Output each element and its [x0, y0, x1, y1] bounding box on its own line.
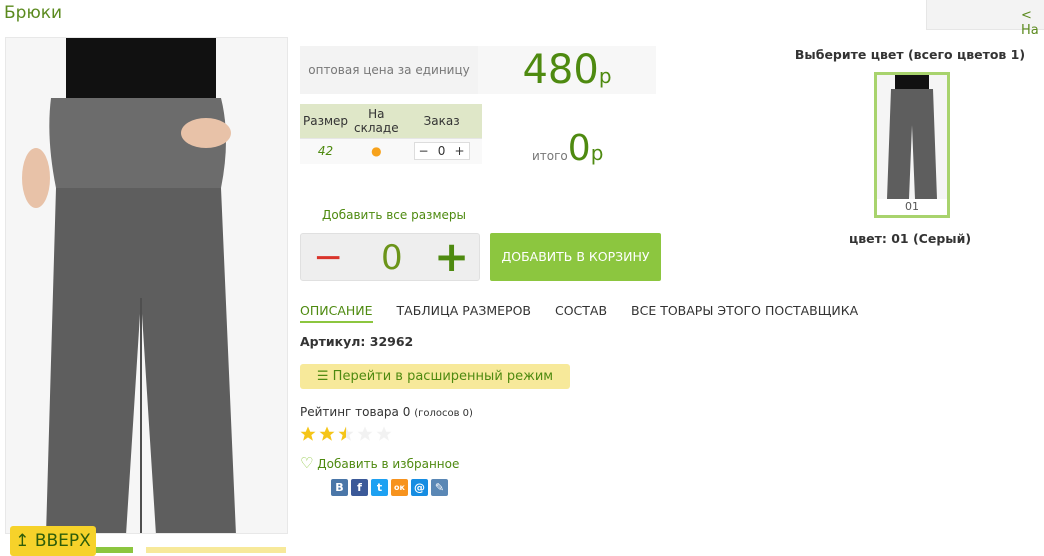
rating-label: Рейтинг товара 0 [300, 405, 411, 419]
product-photo[interactable] [5, 37, 288, 534]
color-picker-title: Выберите цвет (всего цветов 1) [794, 47, 1026, 62]
price-currency: р [598, 64, 612, 88]
stock-indicator: ● [351, 137, 402, 164]
rating-stars[interactable] [299, 425, 393, 443]
twitter-icon[interactable]: t [371, 479, 388, 496]
tab-size-chart[interactable]: ТАБЛИЦА РАЗМЕРОВ [397, 303, 531, 321]
quantity-stepper[interactable]: − 0 + [413, 142, 470, 161]
odnoklassniki-icon[interactable]: ок [391, 479, 408, 496]
size-header: Размер [300, 104, 352, 138]
color-swatch[interactable]: 01 [874, 72, 950, 218]
vk-icon[interactable]: В [331, 479, 348, 496]
size-table: Размер На складе Заказ 42 ● − 0 + [300, 104, 482, 164]
advanced-mode-label[interactable]: Перейти в расширенный режим [333, 369, 553, 384]
rating-votes: (голосов 0) [414, 408, 473, 419]
decrement-button[interactable]: − [415, 143, 433, 159]
tab-composition[interactable]: СОСТАВ [555, 303, 607, 321]
price-amount: 480 [522, 47, 599, 93]
star-empty-icon[interactable] [375, 425, 393, 443]
scroll-up-button[interactable]: ↥ ВВЕРХ [10, 526, 96, 556]
star-half-icon[interactable] [337, 425, 355, 443]
price-value: 480р [478, 46, 656, 94]
star-full-icon[interactable] [318, 425, 336, 443]
product-photo-image [6, 38, 287, 533]
share-buttons: В f t ок @ ✎ [331, 479, 448, 496]
star-empty-icon[interactable] [356, 425, 374, 443]
add-to-favorites-link[interactable]: ♡ Добавить в избранное [300, 454, 459, 472]
order-cell: − 0 + [401, 137, 482, 164]
back-link[interactable]: < На [926, 0, 1044, 38]
heart-icon: ♡ [300, 454, 314, 472]
add-all-sizes-link[interactable]: Добавить все размеры [322, 208, 466, 222]
article-number: Артикул: 32962 [300, 334, 414, 349]
star-full-icon[interactable] [299, 425, 317, 443]
total-label: итого [532, 149, 568, 163]
increment-button[interactable]: + [451, 143, 469, 159]
list-icon: ☰ [316, 369, 333, 384]
all-quantity-value[interactable]: 0 [381, 240, 403, 276]
tab-description[interactable]: ОПИСАНИЕ [300, 303, 373, 323]
price-box: оптовая цена за единицу 480р [300, 46, 656, 94]
all-increment-button[interactable]: + [434, 236, 469, 278]
facebook-icon[interactable]: f [351, 479, 368, 496]
tab-supplier-products[interactable]: ВСЕ ТОВАРЫ ЭТОГО ПОСТАВЩИКА [631, 303, 858, 321]
bottom-green-button[interactable] [96, 547, 133, 553]
mailru-icon[interactable]: @ [411, 479, 428, 496]
price-label: оптовая цена за единицу [308, 63, 470, 77]
swatch-label: 01 [877, 199, 947, 215]
total-value: 0 [567, 128, 591, 169]
total: итого0р [532, 128, 603, 169]
page-title: Брюки [4, 3, 63, 23]
all-sizes-stepper[interactable]: − 0 + [300, 233, 480, 281]
stock-header: На складе [351, 104, 402, 138]
swatch-image [877, 75, 947, 199]
back-link-label[interactable]: < На [1021, 8, 1044, 38]
livejournal-icon[interactable]: ✎ [431, 479, 448, 496]
table-row: 42 ● − 0 + [300, 137, 482, 164]
add-to-cart-button[interactable]: ДОБАВИТЬ В КОРЗИНУ [490, 233, 661, 281]
favorite-label[interactable]: Добавить в избранное [317, 457, 459, 471]
advanced-mode-button[interactable]: ☰ Перейти в расширенный режим [300, 364, 570, 389]
bottom-yellow-button[interactable] [146, 547, 286, 553]
all-decrement-button[interactable]: − [313, 240, 343, 276]
product-tabs: ОПИСАНИЕ ТАБЛИЦА РАЗМЕРОВ СОСТАВ ВСЕ ТОВ… [300, 303, 878, 323]
total-currency: р [590, 141, 604, 165]
quantity-value[interactable]: 0 [433, 143, 451, 159]
selected-color: цвет: 01 (Серый) [848, 231, 972, 246]
rating-text: Рейтинг товара 0 (голосов 0) [300, 405, 473, 419]
order-header: Заказ [401, 104, 482, 138]
size-value: 42 [300, 137, 352, 164]
